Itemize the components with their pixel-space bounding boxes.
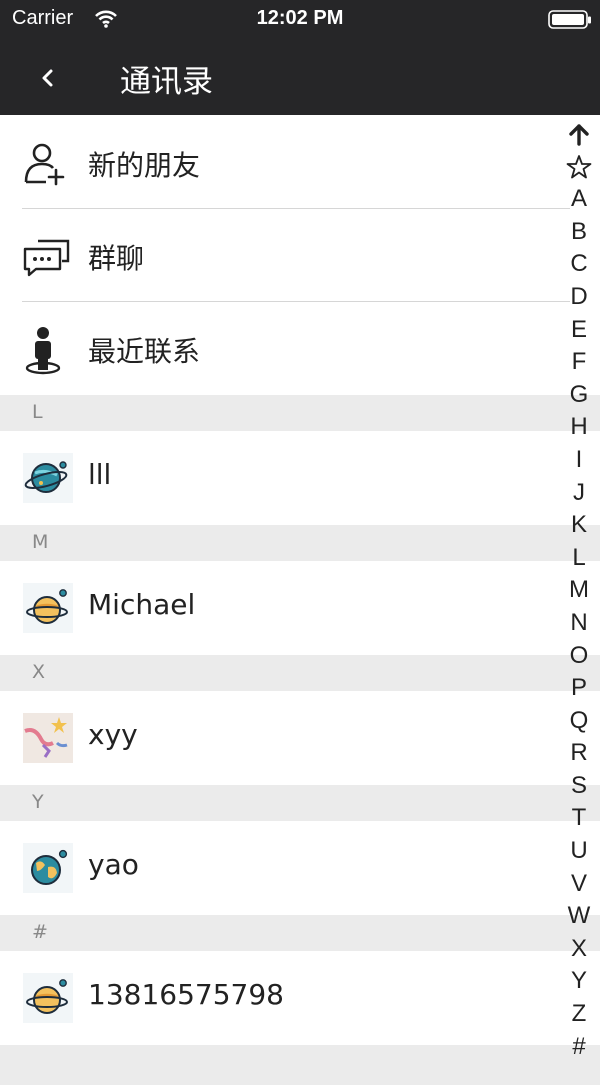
chevron-left-icon (42, 69, 53, 87)
group-chat-label: 群聊 (88, 242, 145, 275)
new-friends-row[interactable]: 新的朋友 (0, 116, 600, 209)
index-letter[interactable]: Z (564, 998, 594, 1031)
section-letter: L (32, 401, 43, 423)
index-star-icon[interactable] (564, 151, 594, 184)
section-letter: # (32, 921, 48, 943)
back-button[interactable] (32, 60, 68, 96)
contact-name: xyy (88, 718, 138, 751)
status-time: 12:02 PM (256, 7, 344, 29)
section-header-hash: # (0, 915, 600, 951)
index-letter[interactable]: R (564, 737, 594, 770)
earth-icon (23, 843, 73, 893)
index-letter[interactable]: S (564, 770, 594, 803)
contact-name: 13816575798 (88, 978, 284, 1011)
index-letter[interactable]: F (564, 346, 594, 379)
section-letter: Y (32, 791, 44, 813)
index-letter[interactable]: # (564, 1031, 594, 1064)
contact-row[interactable]: Michael (0, 561, 600, 655)
page-title: 通讯录 (120, 64, 213, 100)
index-letter[interactable]: Q (564, 705, 594, 738)
index-letter[interactable]: L (564, 542, 594, 575)
navigation-bar: 通讯录 (0, 40, 600, 115)
section-letter: X (32, 661, 46, 683)
group-chat-icon (22, 233, 70, 279)
index-letter[interactable]: M (564, 574, 594, 607)
contact-name: Michael (88, 588, 196, 621)
index-letter[interactable]: O (564, 640, 594, 673)
index-letter[interactable]: C (564, 248, 594, 281)
contact-row[interactable]: yao (0, 821, 600, 915)
add-friend-icon (22, 140, 68, 186)
new-friends-label: 新的朋友 (88, 149, 201, 182)
index-letter[interactable]: Y (564, 965, 594, 998)
status-bar: Carrier 12:02 PM (0, 0, 600, 40)
contacts-list: 新的朋友 群聊 最近联系 L lll M Michael X xyy Y yao… (0, 116, 600, 1085)
contact-name: yao (88, 848, 139, 881)
planet-saturn-icon (23, 583, 73, 633)
contact-row[interactable]: lll (0, 431, 600, 525)
index-letter[interactable]: T (564, 802, 594, 835)
contact-name: lll (88, 458, 112, 491)
section-letter: M (32, 531, 49, 553)
contact-row[interactable]: xyy (0, 691, 600, 785)
section-header-l: L (0, 395, 600, 431)
group-chat-row[interactable]: 群聊 (0, 209, 600, 302)
list-footer (0, 1045, 600, 1085)
index-top-arrow-icon[interactable] (564, 118, 594, 151)
index-letter[interactable]: U (564, 835, 594, 868)
section-header-y: Y (0, 785, 600, 821)
recent-contacts-label: 最近联系 (88, 335, 201, 368)
index-letter[interactable]: B (564, 216, 594, 249)
index-letter[interactable]: E (564, 314, 594, 347)
recent-contact-icon (22, 326, 68, 375)
index-letter[interactable]: X (564, 933, 594, 966)
index-letter[interactable]: N (564, 607, 594, 640)
contact-row[interactable]: 13816575798 (0, 951, 600, 1045)
index-letter[interactable]: K (564, 509, 594, 542)
photo-avatar (23, 713, 73, 763)
index-letter[interactable]: W (564, 900, 594, 933)
index-letter[interactable]: A (564, 183, 594, 216)
index-letter[interactable]: V (564, 868, 594, 901)
index-letter[interactable]: I (564, 444, 594, 477)
planet-blue-icon (23, 453, 73, 503)
battery-icon (548, 10, 591, 29)
index-letter[interactable]: H (564, 411, 594, 444)
planet-saturn-icon (23, 973, 73, 1023)
section-header-x: X (0, 655, 600, 691)
section-header-m: M (0, 525, 600, 561)
section-index-bar[interactable]: A B C D E F G H I J K L M N O P Q R S T U V W X Y Z # (564, 118, 594, 1063)
index-letter[interactable]: D (564, 281, 594, 314)
index-letter[interactable]: J (564, 477, 594, 510)
recent-contacts-row[interactable]: 最近联系 (0, 302, 600, 395)
index-letter[interactable]: P (564, 672, 594, 705)
index-letter[interactable]: G (564, 379, 594, 412)
